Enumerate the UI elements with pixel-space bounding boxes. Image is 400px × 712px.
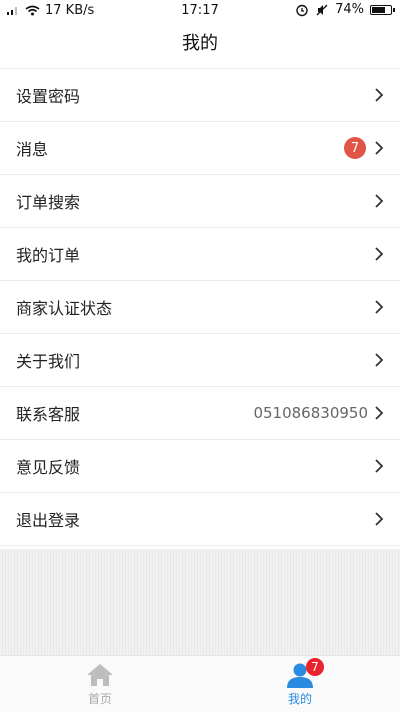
menu-item-logout[interactable]: 退出登录 — [0, 493, 400, 546]
menu-item-label: 退出登录 — [16, 511, 81, 530]
settings-menu: 设置密码 消息 7 订单搜索 我的订单 商家认证状态 关于我们 联系客服 051… — [0, 69, 400, 546]
menu-item-label: 意见反馈 — [16, 458, 81, 477]
menu-item-label: 消息 — [16, 140, 49, 159]
status-bar: 17 KB/s 17:17 74% — [0, 0, 400, 22]
tab-mine[interactable]: 7 我的 — [200, 656, 400, 712]
tab-label: 首页 — [87, 692, 112, 706]
support-phone-number: 051086830950 — [253, 404, 368, 422]
menu-item-label: 订单搜索 — [16, 193, 81, 212]
menu-item-contact-support[interactable]: 联系客服 051086830950 — [0, 387, 400, 440]
chevron-right-icon — [375, 459, 384, 473]
menu-item-messages[interactable]: 消息 7 — [0, 122, 400, 175]
tab-home[interactable]: 首页 — [0, 656, 200, 712]
menu-item-label: 联系客服 — [16, 405, 81, 424]
menu-item-label: 我的订单 — [16, 246, 81, 265]
chevron-right-icon — [375, 141, 384, 155]
battery-icon — [370, 4, 395, 15]
battery-percent: 74% — [335, 2, 364, 17]
menu-item-label: 设置密码 — [16, 87, 81, 106]
status-right: 74% — [295, 2, 395, 17]
chevron-right-icon — [375, 353, 384, 367]
mute-icon — [316, 4, 328, 15]
chevron-right-icon — [375, 88, 384, 102]
menu-item-label: 商家认证状态 — [16, 299, 113, 318]
menu-item-order-search[interactable]: 订单搜索 — [0, 175, 400, 228]
page-title: 我的 — [0, 22, 400, 69]
chevron-right-icon — [375, 194, 384, 208]
menu-item-my-orders[interactable]: 我的订单 — [0, 228, 400, 281]
message-count-badge: 7 — [344, 137, 366, 159]
battery-fill — [372, 6, 385, 13]
tab-label: 我的 — [287, 692, 312, 706]
menu-item-feedback[interactable]: 意见反馈 — [0, 440, 400, 493]
tab-notification-badge: 7 — [306, 658, 324, 676]
chevron-right-icon — [375, 512, 384, 526]
menu-item-about-us[interactable]: 关于我们 — [0, 334, 400, 387]
menu-item-set-password[interactable]: 设置密码 — [0, 69, 400, 122]
chevron-right-icon — [375, 300, 384, 314]
alarm-icon — [296, 4, 308, 16]
bottom-tab-bar: 首页 7 我的 — [0, 655, 400, 712]
home-icon — [87, 664, 113, 686]
empty-area — [0, 549, 400, 655]
chevron-right-icon — [375, 247, 384, 261]
chevron-right-icon — [375, 406, 384, 420]
menu-item-label: 关于我们 — [16, 352, 81, 371]
menu-item-merchant-verification[interactable]: 商家认证状态 — [0, 281, 400, 334]
